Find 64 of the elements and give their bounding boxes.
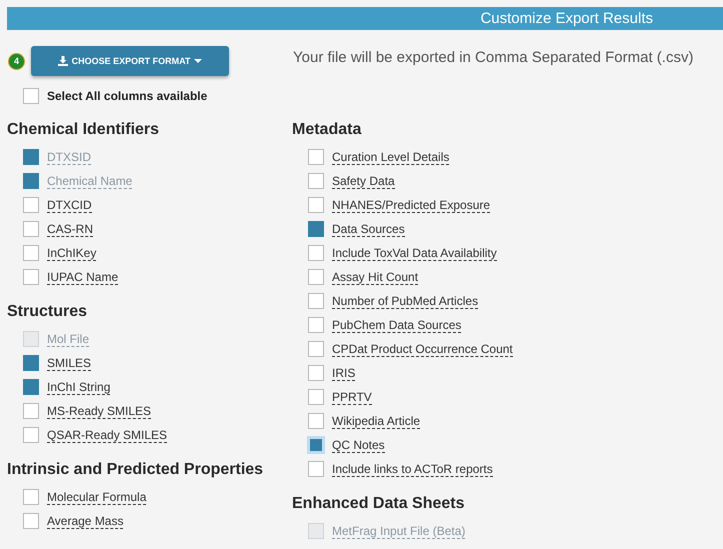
checkbox[interactable] bbox=[308, 317, 324, 333]
checkbox-label: PPRTV bbox=[332, 390, 372, 404]
checkbox-label: QSAR-Ready SMILES bbox=[47, 428, 168, 442]
checkbox[interactable] bbox=[23, 513, 39, 529]
select-all-checkbox[interactable] bbox=[23, 88, 39, 104]
checkbox-label: Wikipedia Article bbox=[332, 414, 420, 428]
checkbox-label: NHANES/Predicted Exposure bbox=[332, 198, 490, 212]
section-heading: Structures bbox=[7, 303, 88, 322]
checkbox-label: InChIKey bbox=[47, 246, 96, 260]
checkbox[interactable] bbox=[23, 489, 39, 505]
checkbox-label: CPDat Product Occurrence Count bbox=[332, 342, 513, 356]
checkbox-label: Molecular Formula bbox=[47, 490, 146, 504]
checkbox[interactable] bbox=[308, 173, 324, 189]
checkbox[interactable] bbox=[308, 341, 324, 357]
checkbox-label: Safety Data bbox=[332, 174, 395, 188]
checkbox[interactable] bbox=[308, 245, 324, 261]
checkbox[interactable] bbox=[23, 403, 39, 419]
checkbox[interactable] bbox=[23, 379, 39, 395]
checkbox-label: InChI String bbox=[47, 380, 110, 394]
section-heading: Chemical Identifiers bbox=[7, 121, 160, 140]
export-format-button[interactable]: CHOOSE EXPORT FORMAT bbox=[31, 46, 229, 76]
checkbox-label: IRIS bbox=[332, 366, 356, 380]
checkbox[interactable] bbox=[308, 149, 324, 165]
checkbox[interactable] bbox=[23, 427, 39, 443]
step-badge: 4 bbox=[8, 52, 25, 70]
checkbox-label: QC Notes bbox=[332, 438, 385, 452]
checkbox-label: Number of PubMed Articles bbox=[332, 294, 478, 308]
checkbox-label: SMILES bbox=[47, 356, 92, 370]
select-all-label: Select All columns available bbox=[47, 89, 208, 103]
checkbox-label: DTXSID bbox=[47, 150, 92, 164]
checkbox[interactable] bbox=[308, 269, 324, 285]
checkbox-label: Chemical Name bbox=[47, 174, 132, 188]
checkbox-label: Include links to ACToR reports bbox=[332, 462, 493, 476]
section-heading: Enhanced Data Sheets bbox=[292, 495, 466, 514]
checkbox[interactable] bbox=[308, 365, 324, 381]
checkbox[interactable] bbox=[308, 293, 324, 309]
caret-icon bbox=[194, 59, 202, 63]
checkbox-label: DTXCID bbox=[47, 198, 92, 212]
checkbox-label: MS-Ready SMILES bbox=[47, 404, 152, 418]
checkbox-label: IUPAC Name bbox=[47, 270, 118, 284]
checkbox[interactable] bbox=[308, 389, 324, 405]
format-message: Your file will be exported in Comma Separated Format (.csv) bbox=[293, 48, 694, 66]
section-heading: Intrinsic and Predicted Properties bbox=[7, 461, 264, 480]
checkbox[interactable] bbox=[23, 221, 39, 237]
checkbox[interactable] bbox=[308, 197, 324, 213]
checkbox[interactable] bbox=[308, 413, 324, 429]
checkbox-label: Data Sources bbox=[332, 222, 405, 236]
section-heading: Metadata bbox=[292, 121, 362, 140]
checkbox[interactable] bbox=[23, 269, 39, 285]
checkbox[interactable] bbox=[23, 197, 39, 213]
download-icon bbox=[58, 56, 68, 66]
checkbox-label: CAS-RN bbox=[47, 222, 94, 236]
checkbox-label: Include ToxVal Data Availability bbox=[332, 246, 497, 260]
checkbox-label: Mol File bbox=[47, 332, 90, 346]
checkbox-label: Curation Level Details bbox=[332, 150, 450, 164]
checkbox-label: MetFrag Input File (Beta) bbox=[332, 524, 466, 538]
checkbox[interactable] bbox=[23, 245, 39, 261]
checkbox[interactable] bbox=[308, 461, 324, 477]
checkbox[interactable] bbox=[23, 355, 39, 371]
checkbox-label: Assay Hit Count bbox=[332, 270, 418, 284]
checkbox-label: Average Mass bbox=[47, 514, 124, 528]
checkbox[interactable] bbox=[308, 221, 324, 237]
checkbox-label: PubChem Data Sources bbox=[332, 318, 462, 332]
header-title: Customize Export Results bbox=[480, 10, 653, 27]
